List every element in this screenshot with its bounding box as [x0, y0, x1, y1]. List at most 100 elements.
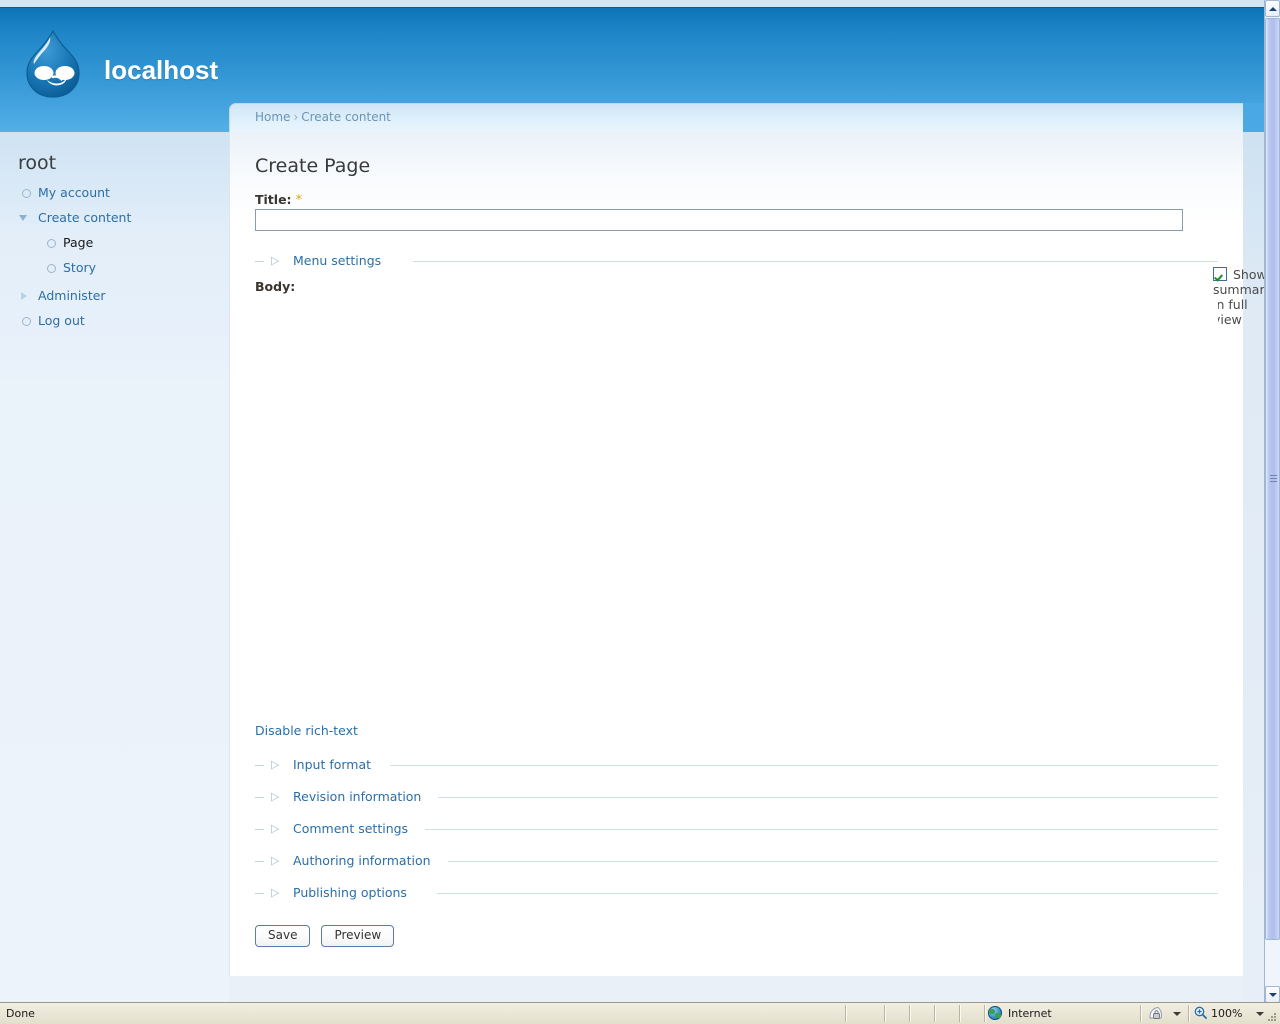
bullet-icon — [22, 317, 31, 326]
drupal-drop-logo[interactable] — [20, 28, 86, 100]
fieldset-line — [425, 829, 1218, 830]
breadcrumb-separator: › — [293, 110, 299, 124]
fieldset-revision-information[interactable]: ▷ Revision information — [255, 788, 1218, 806]
chevron-up-icon — [1268, 6, 1277, 11]
fieldset-publishing-options[interactable]: ▷ Publishing options — [255, 884, 1218, 902]
breadcrumb: Home › Create content — [255, 110, 391, 124]
checkbox-checked-icon[interactable] — [1213, 267, 1227, 281]
fieldset-label[interactable]: Menu settings — [293, 253, 388, 268]
save-button[interactable]: Save — [255, 925, 311, 947]
fieldset-authoring-information[interactable]: ▷ Authoring information — [255, 852, 1218, 870]
fieldset-dash — [255, 861, 264, 862]
window-resize-grip[interactable] — [1266, 1011, 1278, 1023]
bullet-icon — [22, 189, 31, 198]
fieldset-dash — [255, 797, 264, 798]
page-top-strip — [0, 0, 1264, 7]
browser-viewport: localhost Home › Create content root My ac… — [0, 0, 1280, 1003]
sidebar-item-create-content[interactable]: Create content — [0, 205, 229, 230]
scrollbar-up-button[interactable] — [1265, 0, 1280, 17]
title-input[interactable] — [255, 209, 1183, 231]
preview-button[interactable]: Preview — [321, 925, 395, 947]
fieldset-menu-settings[interactable]: ▷ Menu settings — [255, 252, 1218, 270]
fieldset-line — [448, 861, 1218, 862]
fieldset-label[interactable]: Publishing options — [293, 885, 414, 900]
fieldset-line — [438, 797, 1218, 798]
breadcrumb-item-create-content[interactable]: Create content — [301, 110, 391, 124]
statusbar-divider — [909, 1005, 911, 1022]
breadcrumb-item-home[interactable]: Home — [255, 110, 290, 124]
fieldset-line — [413, 261, 1218, 262]
sidebar-item-log-out[interactable]: Log out — [0, 308, 229, 333]
triangle-right-icon[interactable]: ▷ — [271, 887, 279, 898]
statusbar-divider — [1140, 1005, 1142, 1022]
body-richtext-editor[interactable] — [255, 298, 1218, 712]
triangle-right-icon[interactable]: ▷ — [271, 759, 279, 770]
sidebar-item-label[interactable]: My account — [38, 185, 110, 200]
fieldset-label[interactable]: Revision information — [293, 789, 429, 804]
sidebar-menu: My account Create content Page Story Adm — [0, 180, 229, 333]
triangle-right-icon[interactable]: ▷ — [271, 255, 279, 266]
security-lock-icon — [1148, 1006, 1164, 1021]
fieldset-dash — [255, 893, 264, 894]
statusbar-divider — [984, 1005, 986, 1022]
vertical-scrollbar[interactable] — [1264, 0, 1280, 1003]
security-zone-label: Internet — [1008, 1007, 1052, 1020]
chevron-down-icon — [1268, 992, 1277, 997]
site-name[interactable]: localhost — [104, 55, 218, 86]
globe-icon — [988, 1006, 1002, 1020]
triangle-right-icon[interactable]: ▷ — [271, 791, 279, 802]
main-content: Create Page Title: * ▷ Menu settings Show… — [229, 132, 1272, 976]
sidebar: root My account Create content Page Stor… — [0, 132, 229, 1003]
sidebar-title: root — [18, 152, 57, 174]
required-marker: * — [295, 193, 303, 208]
body-field-label: Body: — [255, 279, 296, 294]
fieldset-dash — [255, 261, 264, 262]
chevron-down-icon[interactable] — [1256, 1012, 1264, 1016]
zoom-level-label: 100% — [1211, 1007, 1243, 1020]
triangle-right-icon[interactable]: ▷ — [271, 823, 279, 834]
sidebar-item-label[interactable]: Create content — [38, 210, 131, 225]
header-right-gutter — [1243, 103, 1264, 132]
fieldset-dash — [255, 765, 264, 766]
fieldset-line — [437, 893, 1218, 894]
sidebar-item-label[interactable]: Log out — [38, 313, 85, 328]
statusbar-divider — [884, 1005, 886, 1022]
sidebar-item-my-account[interactable]: My account — [0, 180, 229, 205]
fieldset-input-format[interactable]: ▷ Input format — [255, 756, 1218, 774]
form-actions: Save Preview — [255, 924, 405, 947]
drupal-page: localhost Home › Create content root My ac… — [0, 0, 1272, 1003]
scrollbar-down-button[interactable] — [1265, 986, 1280, 1003]
scrollbar-thumb[interactable] — [1265, 18, 1280, 940]
triangle-right-icon[interactable] — [21, 292, 27, 300]
protected-mode-control[interactable] — [1146, 1005, 1190, 1022]
bullet-icon — [47, 239, 56, 248]
triangle-down-icon[interactable] — [19, 215, 27, 221]
page-title: Create Page — [255, 155, 371, 177]
chevron-down-icon[interactable] — [1173, 1012, 1181, 1016]
content-right-gutter — [1243, 132, 1264, 1003]
title-field-label: Title: * — [255, 192, 302, 208]
sidebar-item-label[interactable]: Administer — [38, 288, 106, 303]
sidebar-item-story[interactable]: Story — [0, 255, 229, 280]
triangle-right-icon[interactable]: ▷ — [271, 855, 279, 866]
fieldset-label[interactable]: Authoring information — [293, 853, 438, 868]
bullet-icon — [47, 264, 56, 273]
title-label-text: Title: — [255, 192, 292, 207]
scrollbar-grip-icon — [1270, 475, 1277, 482]
sidebar-item-administer[interactable]: Administer — [0, 283, 229, 308]
disable-richtext-link[interactable]: Disable rich-text — [255, 723, 358, 738]
statusbar-divider — [959, 1005, 961, 1022]
browser-status-bar: Done Internet 100% — [0, 1002, 1280, 1024]
fieldset-label[interactable]: Comment settings — [293, 821, 416, 836]
content-bottom-strip — [229, 976, 1243, 1003]
sidebar-item-label[interactable]: Page — [63, 235, 93, 250]
statusbar-divider — [934, 1005, 936, 1022]
breadcrumb-bar: Home › Create content — [229, 103, 1243, 132]
statusbar-divider — [845, 1005, 847, 1022]
fieldset-label[interactable]: Input format — [293, 757, 379, 772]
fieldset-comment-settings[interactable]: ▷ Comment settings — [255, 820, 1218, 838]
sidebar-item-label[interactable]: Story — [63, 260, 96, 275]
sidebar-item-page[interactable]: Page — [0, 230, 229, 255]
magnifier-plus-icon — [1194, 1006, 1207, 1019]
fieldset-line — [390, 765, 1218, 766]
